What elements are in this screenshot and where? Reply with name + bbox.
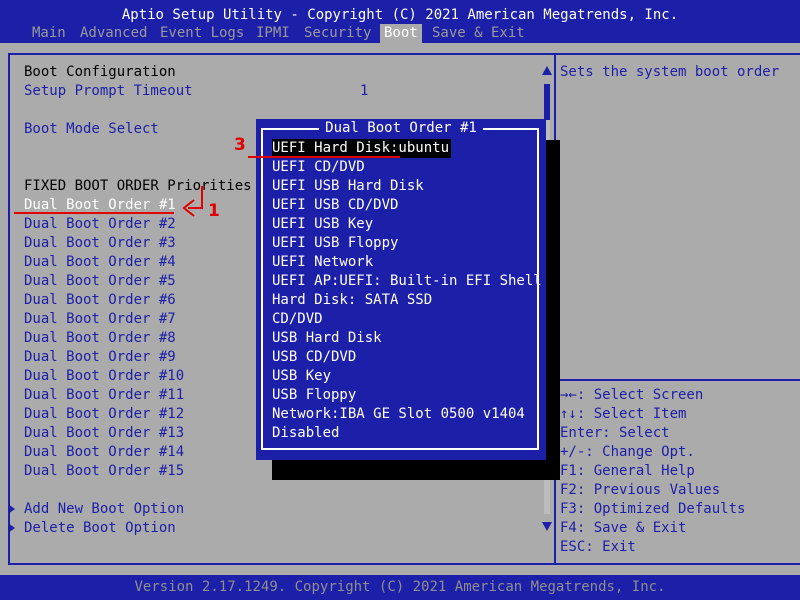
dual-boot-order-12[interactable]: Dual Boot Order #12	[24, 405, 184, 424]
help-divider	[556, 379, 800, 381]
popup-option-uefi-usb-key[interactable]: UEFI USB Key	[272, 215, 373, 234]
help-description: Sets the system boot order	[560, 64, 780, 80]
tab-save-exit[interactable]: Save & Exit	[432, 24, 525, 43]
key-hint-f1: F1: General Help	[560, 463, 695, 479]
dual-boot-order-6[interactable]: Dual Boot Order #6	[24, 291, 176, 310]
annotation-underline-1	[14, 212, 174, 214]
triangle-down-icon[interactable]	[542, 522, 552, 531]
popup-option-uefi-cd-dvd[interactable]: UEFI CD/DVD	[272, 158, 365, 177]
dual-boot-order-5[interactable]: Dual Boot Order #5	[24, 272, 176, 291]
dual-boot-order-7[interactable]: Dual Boot Order #7	[24, 310, 176, 329]
triangle-right-icon	[8, 504, 15, 514]
dual-boot-order-8[interactable]: Dual Boot Order #8	[24, 329, 176, 348]
triangle-up-icon[interactable]	[542, 66, 552, 75]
boot-mode-select[interactable]: Boot Mode Select	[24, 120, 159, 139]
popup-option-cd-dvd[interactable]: CD/DVD	[272, 310, 323, 329]
popup-title: Dual Boot Order #1	[256, 119, 546, 138]
popup-option-hard-disk-sata-ssd[interactable]: Hard Disk: SATA SSD	[272, 291, 432, 310]
popup-option-usb-hard-disk[interactable]: USB Hard Disk	[272, 329, 382, 348]
key-hint-f3: F3: Optimized Defaults	[560, 501, 746, 517]
tab-advanced[interactable]: Advanced	[80, 24, 147, 43]
annotation-number-3: 3	[234, 135, 246, 155]
popup-option-network-iba[interactable]: Network:IBA GE Slot 0500 v1404	[272, 405, 525, 424]
dual-boot-order-2[interactable]: Dual Boot Order #2	[24, 215, 176, 234]
annotation-number-1: 1	[208, 201, 220, 221]
popup-option-uefi-usb-floppy[interactable]: UEFI USB Floppy	[272, 234, 398, 253]
dual-boot-order-15[interactable]: Dual Boot Order #15	[24, 462, 184, 481]
dual-boot-order-4[interactable]: Dual Boot Order #4	[24, 253, 176, 272]
fixed-boot-order-title: FIXED BOOT ORDER Priorities	[24, 178, 252, 194]
frame-top-border	[8, 53, 800, 55]
triangle-right-icon	[8, 523, 15, 533]
dual-boot-order-13[interactable]: Dual Boot Order #13	[24, 424, 184, 443]
popup-option-uefi-efi-shell[interactable]: UEFI AP:UEFI: Built-in EFI Shell	[272, 272, 542, 291]
key-hint-change-opt: +/-: Change Opt.	[560, 444, 695, 460]
add-new-boot-option[interactable]: Add New Boot Option	[24, 500, 184, 519]
tab-boot[interactable]: Boot	[380, 24, 422, 43]
key-hint-f2: F2: Previous Values	[560, 482, 721, 498]
tab-event-logs[interactable]: Event Logs	[160, 24, 244, 43]
annotation-underline-3	[248, 156, 400, 158]
popup-option-disabled[interactable]: Disabled	[272, 424, 339, 443]
key-hint-enter: Enter: Select	[560, 425, 670, 441]
dual-boot-order-14[interactable]: Dual Boot Order #14	[24, 443, 184, 462]
app-title: Aptio Setup Utility - Copyright (C) 2021…	[121, 7, 679, 23]
tab-security[interactable]: Security	[304, 24, 371, 43]
key-hint-f4: F4: Save & Exit	[560, 520, 687, 536]
setup-prompt-timeout[interactable]: Setup Prompt Timeout	[24, 82, 193, 101]
key-hint-select-screen: →←: Select Screen	[560, 387, 704, 403]
delete-boot-option[interactable]: Delete Boot Option	[24, 519, 176, 538]
version-text: Version 2.17.1249. Copyright (C) 2021 Am…	[134, 579, 666, 595]
popup-option-usb-floppy[interactable]: USB Floppy	[272, 386, 356, 405]
popup-option-uefi-usb-hard-disk[interactable]: UEFI USB Hard Disk	[272, 177, 424, 196]
tab-ipmi[interactable]: IPMI	[256, 24, 290, 43]
dual-boot-order-3[interactable]: Dual Boot Order #3	[24, 234, 176, 253]
key-hint-esc: ESC: Exit	[560, 539, 636, 555]
dual-boot-order-10[interactable]: Dual Boot Order #10	[24, 367, 184, 386]
key-hint-select-item: ↑↓: Select Item	[560, 406, 687, 422]
dual-boot-order-9[interactable]: Dual Boot Order #9	[24, 348, 176, 367]
popup-option-uefi-usb-cd-dvd[interactable]: UEFI USB CD/DVD	[272, 196, 398, 215]
tab-main[interactable]: Main	[32, 24, 66, 43]
frame-left-border	[8, 53, 10, 565]
frame-bottom-border	[8, 563, 800, 565]
section-title: Boot Configuration	[24, 64, 176, 80]
setup-prompt-value[interactable]: 1	[360, 82, 368, 101]
scrollbar-thumb[interactable]	[544, 84, 550, 120]
popup-option-usb-cd-dvd[interactable]: USB CD/DVD	[272, 348, 356, 367]
annotation-arrow-icon	[182, 186, 203, 217]
popup-option-usb-key[interactable]: USB Key	[272, 367, 331, 386]
dual-boot-order-11[interactable]: Dual Boot Order #11	[24, 386, 184, 405]
popup-title-text: Dual Boot Order #1	[319, 120, 483, 136]
popup-option-uefi-network[interactable]: UEFI Network	[272, 253, 373, 272]
